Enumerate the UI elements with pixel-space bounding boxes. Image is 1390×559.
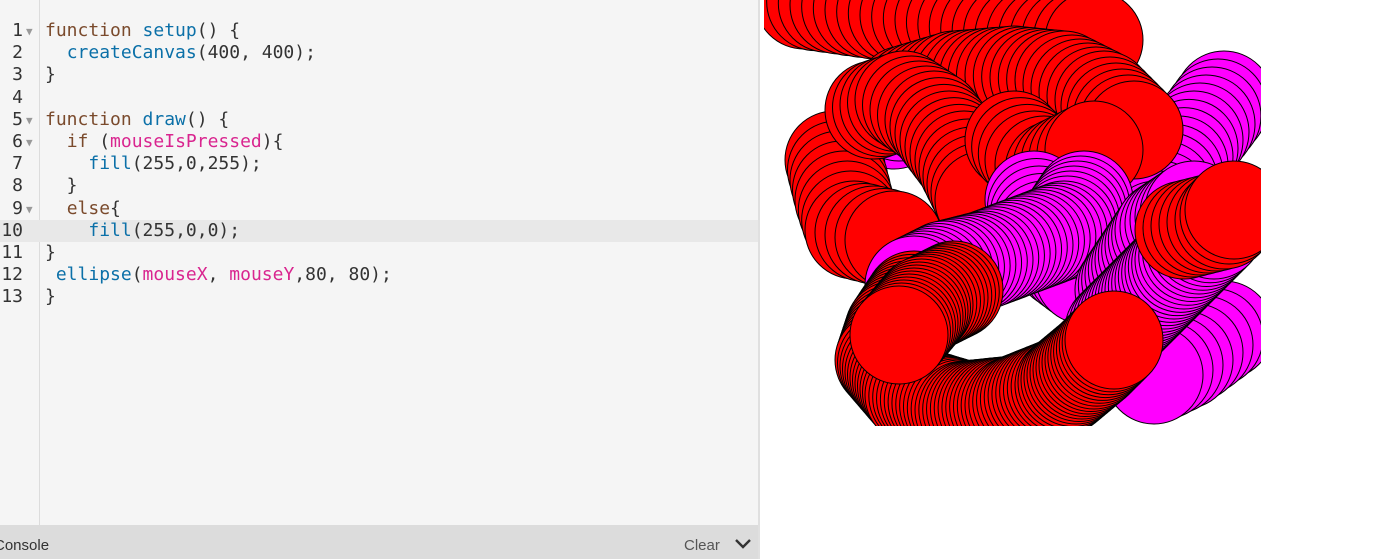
code-token: (	[99, 131, 111, 152]
code-token: else	[66, 197, 111, 219]
code-text: }	[45, 175, 78, 197]
code-line[interactable]: 6 ▼ if (mouseIsPressed){	[0, 131, 758, 153]
console-title: Console	[0, 537, 50, 554]
code-token: }	[45, 242, 56, 263]
code-token: (400, 400);	[196, 42, 316, 64]
code-token: if	[66, 131, 100, 152]
code-line[interactable]: 8 }	[0, 175, 758, 197]
code-token: fill	[88, 219, 132, 241]
code-line[interactable]: 9 ▼ else{	[0, 198, 758, 220]
sketch-ellipse	[849, 285, 949, 385]
code-text: function setup() {	[45, 20, 240, 42]
code-line[interactable]: 7 fill(255,0,255);	[0, 153, 758, 175]
code-token: ,80, 80);	[294, 264, 392, 286]
code-token: () {	[196, 20, 241, 41]
code-token: function	[45, 20, 143, 41]
fold-arrow-icon[interactable]: ▼	[26, 110, 33, 132]
fold-arrow-icon[interactable]: ▼	[26, 21, 33, 43]
line-number: 12	[1, 264, 23, 286]
fold-arrow-icon[interactable]: ▼	[26, 132, 33, 154]
code-text: if (mouseIsPressed){	[45, 131, 284, 153]
line-number: 3	[12, 64, 23, 86]
code-token: mouseX	[142, 264, 208, 286]
line-number: 9	[12, 197, 23, 219]
code-token: draw	[142, 108, 186, 130]
code-line[interactable]: 5 ▼ function draw() {	[0, 109, 758, 131]
code-editor[interactable]: 1 ▼ function setup() {2 createCanvas(400, …	[0, 0, 758, 525]
line-number: 10	[1, 219, 23, 241]
fold-arrow-icon[interactable]: ▼	[26, 199, 33, 221]
code-text: ellipse(mouseX, mouseY,80, 80);	[45, 264, 392, 286]
code-token: ellipse	[55, 264, 132, 286]
line-number: 7	[12, 153, 23, 175]
sketch-ellipse	[1064, 290, 1164, 390]
code-token: fill	[88, 153, 132, 175]
code-line[interactable]: 13}	[0, 286, 758, 308]
sketch-canvas[interactable]	[764, 0, 1261, 426]
clear-console-button[interactable]: Clear	[684, 537, 720, 554]
code-text: createCanvas(400, 400);	[45, 42, 316, 64]
code-text: fill(255,0,0);	[45, 220, 240, 242]
code-line[interactable]: 12 ellipse(mouseX, mouseY,80, 80);	[0, 264, 758, 286]
line-number: 13	[1, 286, 23, 308]
code-token: (255,0,0);	[131, 219, 241, 241]
code-token: function	[45, 108, 143, 130]
line-number: 6	[12, 131, 23, 152]
line-number: 11	[1, 242, 23, 263]
line-number: 5	[12, 108, 23, 130]
code-token: () {	[185, 108, 230, 130]
code-text: }	[45, 242, 56, 264]
console-bar: Console Clear	[0, 525, 758, 559]
sketch-preview-canvas[interactable]	[764, 0, 1261, 426]
code-token: ,	[207, 264, 230, 286]
code-token: createCanvas	[66, 42, 197, 64]
code-token: {	[110, 197, 121, 219]
pane-divider[interactable]	[758, 0, 760, 559]
code-line[interactable]: 10 fill(255,0,0);	[0, 219, 758, 242]
code-line[interactable]: 3}	[0, 64, 758, 86]
code-line[interactable]: 11}	[0, 242, 758, 264]
line-number: 4	[12, 86, 23, 108]
code-line[interactable]: 1 ▼ function setup() {	[0, 20, 758, 42]
line-number: 2	[12, 42, 23, 64]
code-line[interactable]: 4	[0, 87, 758, 109]
code-token: }	[45, 175, 78, 197]
line-number: 1	[12, 20, 23, 41]
code-token: (255,0,255);	[131, 153, 262, 175]
code-text: }	[45, 286, 56, 308]
code-token: setup	[142, 20, 197, 41]
code-line[interactable]: 2 createCanvas(400, 400);	[0, 42, 758, 64]
code-token: mouseY	[229, 264, 295, 286]
code-token: (	[131, 264, 143, 286]
code-token: ){	[261, 131, 284, 152]
code-token: }	[45, 286, 56, 308]
code-text: }	[45, 64, 56, 86]
code-token: }	[45, 64, 56, 86]
code-token: mouseIsPressed	[110, 131, 262, 152]
chevron-down-icon[interactable]	[733, 537, 753, 551]
code-text: fill(255,0,255);	[45, 153, 262, 175]
code-text: function draw() {	[45, 109, 229, 131]
line-number: 8	[12, 175, 23, 197]
code-text: else{	[45, 198, 121, 220]
